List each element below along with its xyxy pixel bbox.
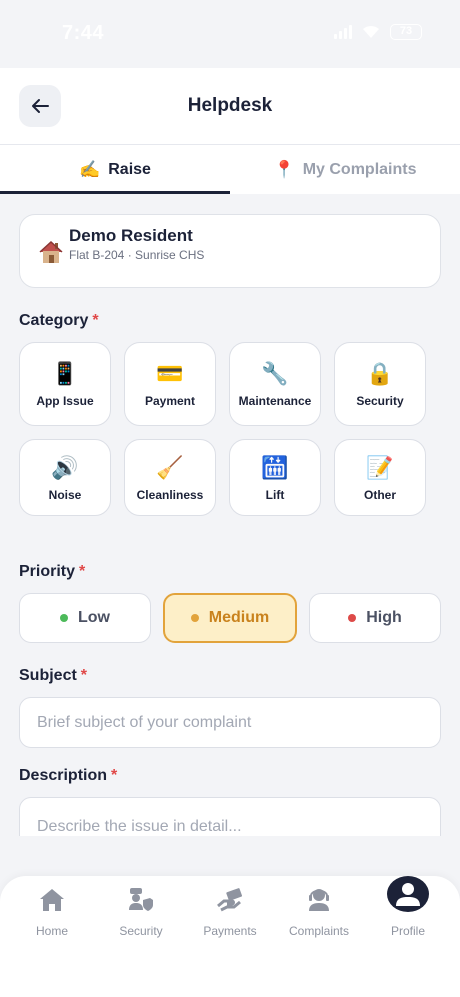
bottom-nav: Home Security Payments Complaints Profil… [0, 876, 460, 997]
tab-raise-label: Raise [108, 160, 151, 178]
tab-my-complaints-label: My Complaints [302, 160, 417, 178]
priority-high-dot [348, 614, 357, 622]
scroll-fade [0, 836, 460, 876]
elevator-icon: 🛗 [261, 454, 289, 480]
category-grid: 📱 App Issue 💳 Payment 🔧 Maintenance 🔒 Securi… [19, 342, 426, 516]
category-lift[interactable]: 🛗 Lift [229, 439, 321, 516]
page-title: Helpdesk [187, 95, 273, 116]
category-label: Category * [19, 312, 99, 330]
subject-label-text: Subject [19, 667, 77, 684]
category-label-app-issue: App Issue [36, 394, 94, 408]
nav-security[interactable]: Security [95, 876, 187, 946]
description-label: Description * [19, 767, 117, 785]
resident-name: Demo Resident [69, 226, 193, 245]
speaker-icon: 🔊 [51, 454, 79, 480]
battery-indicator: 73 [390, 24, 422, 40]
priority-medium-dot [190, 614, 199, 622]
broom-icon: 🧹 [156, 454, 184, 480]
priority-medium-label: Medium [208, 609, 270, 626]
subject-input[interactable] [19, 697, 441, 748]
priority-high-label: High [366, 609, 402, 626]
category-label-cleanliness: Cleanliness [136, 487, 204, 502]
category-label-maintenance: Maintenance [238, 394, 312, 408]
nav-payments[interactable]: Payments [184, 876, 276, 946]
memo-icon: 📝 [366, 454, 394, 480]
required-marker: * [92, 312, 99, 329]
tab-my-complaints[interactable]: 📍 My Complaints [230, 145, 460, 194]
nav-complaints-label: Complaints [288, 924, 350, 938]
resident-card: Demo Resident Flat B-204 · Sunrise CHS [19, 214, 441, 288]
category-payment[interactable]: 💳 Payment [124, 342, 216, 426]
description-label-text: Description [19, 767, 108, 784]
category-label-other: Other [363, 487, 396, 502]
priority-low-label: Low [78, 609, 110, 626]
required-marker: * [111, 767, 118, 784]
nav-home[interactable]: Home [6, 876, 98, 946]
nav-complaints[interactable]: Complaints [273, 876, 365, 946]
nav-payments-label: Payments [203, 924, 257, 938]
app-header: Helpdesk [0, 68, 460, 145]
priority-high[interactable]: High [309, 593, 441, 643]
priority-low-dot [60, 614, 68, 622]
required-marker: * [79, 563, 86, 580]
category-cleanliness[interactable]: 🧹 Cleanliness [124, 439, 216, 516]
priority-selector: Low Medium High [19, 593, 441, 643]
priority-medium[interactable]: Medium [163, 593, 297, 643]
priority-label: Priority * [19, 563, 85, 581]
nav-security-label: Security [119, 924, 163, 938]
status-icons: 73 [334, 24, 422, 40]
priority-low[interactable]: Low [19, 593, 151, 643]
nav-profile[interactable]: Profile [362, 876, 454, 946]
category-label-lift: Lift [265, 487, 285, 502]
tab-raise[interactable]: ✍️ Raise [0, 145, 230, 194]
payments-icon [217, 888, 243, 912]
status-time: 7:44 [62, 22, 105, 44]
category-label-text: Category [19, 312, 89, 329]
priority-label-text: Priority [19, 563, 76, 580]
lock-icon: 🔒 [366, 361, 394, 386]
credit-card-icon: 💳 [156, 361, 184, 386]
nav-profile-label: Profile [390, 924, 425, 938]
category-noise[interactable]: 🔊 Noise [19, 439, 111, 516]
category-other[interactable]: 📝 Other [334, 439, 426, 516]
category-maintenance[interactable]: 🔧 Maintenance [229, 342, 321, 426]
pin-icon: 📍 [273, 159, 295, 179]
house-icon [39, 240, 63, 263]
home-icon [40, 889, 64, 911]
writing-hand-icon: ✍️ [79, 159, 101, 179]
status-bar: 7:44 73 [0, 0, 460, 68]
category-label-security: Security [356, 394, 404, 408]
support-agent-icon [309, 889, 329, 911]
required-marker: * [80, 667, 88, 684]
profile-avatar-icon [387, 876, 429, 912]
nav-home-label: Home [35, 924, 68, 938]
subject-label: Subject * [19, 667, 87, 685]
wifi-icon [363, 25, 379, 38]
resident-flat: Flat B-204 · Sunrise CHS [69, 248, 205, 262]
security-guard-icon [129, 888, 153, 911]
person-icon [396, 883, 420, 906]
wrench-icon: 🔧 [261, 361, 289, 386]
category-security[interactable]: 🔒 Security [334, 342, 426, 426]
category-label-noise: Noise [48, 487, 82, 502]
category-label-payment: Payment [144, 394, 196, 408]
category-app-issue[interactable]: 📱 App Issue [19, 342, 111, 426]
mobile-phone-icon: 📱 [51, 361, 79, 386]
signal-icon [334, 25, 352, 39]
tab-bar: ✍️ Raise 📍 My Complaints [0, 145, 460, 194]
